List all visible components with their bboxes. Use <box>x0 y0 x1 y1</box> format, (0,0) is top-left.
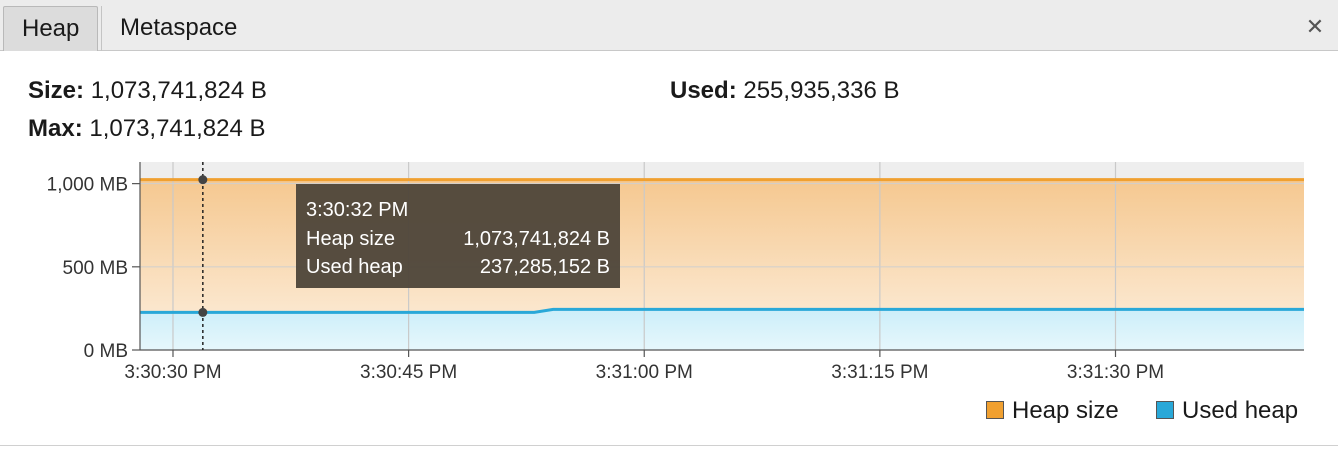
used-stat: Used: 255,935,336 B <box>670 76 900 106</box>
y-tick-label: 0 MB <box>84 341 128 362</box>
tooltip: 3:30:32 PM Heap size 1,073,741,824 B Used h… <box>296 184 620 288</box>
x-tick-label: 3:31:30 PM <box>1067 362 1164 383</box>
max-label: Max: <box>28 115 83 142</box>
size-label: Size: <box>28 77 85 104</box>
used-value: 255,935,336 B <box>743 77 900 104</box>
used-label: Used: <box>670 77 737 104</box>
y-tick-label: 500 MB <box>63 258 128 279</box>
tooltip-row-value: 1,073,741,824 B <box>463 228 610 250</box>
tab-metaspace[interactable]: Metaspace <box>101 6 255 51</box>
bottom-divider <box>0 445 1338 446</box>
max-stat: Max: 1,073,741,824 B <box>28 114 266 144</box>
crosshair-point-used-heap <box>198 307 208 317</box>
tab-heap[interactable]: Heap <box>3 6 99 51</box>
tab-bar: Heap Metaspace ✕ <box>0 0 1338 51</box>
heap-size-swatch <box>986 401 1004 419</box>
x-tick-label: 3:30:30 PM <box>124 362 221 383</box>
series-area-used-heap <box>140 309 1304 350</box>
y-tick-label: 1,000 MB <box>47 175 128 196</box>
legend-used-heap-label: Used heap <box>1182 397 1299 424</box>
tooltip-row-label: Used heap <box>306 256 403 278</box>
max-value: 1,073,741,824 B <box>89 115 266 142</box>
tooltip-time: 3:30:32 PM <box>306 199 408 221</box>
legend-heap-size-label: Heap size <box>1012 397 1119 424</box>
x-tick-label: 3:31:15 PM <box>831 362 928 383</box>
x-tick-label: 3:31:00 PM <box>596 362 693 383</box>
close-icon[interactable]: ✕ <box>1302 12 1328 42</box>
size-value: 1,073,741,824 B <box>90 77 267 104</box>
x-tick-label: 3:30:45 PM <box>360 362 457 383</box>
heap-chart[interactable]: 0 MB 500 MB 1,000 MB 3:30:30 PM 3:30:45 PM 3:… <box>0 150 1338 390</box>
legend-used-heap: Used heap <box>1156 396 1298 426</box>
legend-heap-size: Heap size <box>986 396 1119 426</box>
tooltip-row-value: 237,285,152 B <box>480 256 610 278</box>
size-stat: Size: 1,073,741,824 B <box>28 76 267 106</box>
used-heap-swatch <box>1156 401 1174 419</box>
crosshair-point-heap-size <box>198 175 208 185</box>
tooltip-row-label: Heap size <box>306 228 395 250</box>
